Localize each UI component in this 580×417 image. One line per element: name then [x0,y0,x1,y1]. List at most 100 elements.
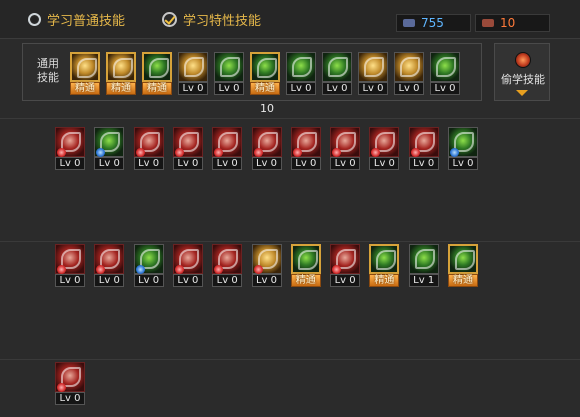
skill-icon [178,52,208,82]
qi-type-icon [174,148,184,157]
skill-icon [448,127,478,157]
tab-learn-special-skills[interactable]: 学习特性技能 [162,9,261,29]
skill-icon [212,127,243,157]
qi-type-icon [57,265,66,274]
qi-type-icon [214,265,224,274]
skill-slot[interactable]: 精通 [448,244,478,287]
skill-level-label: Lv 0 [394,82,424,95]
red-points-counter: 10 [475,14,550,32]
skill-slot[interactable]: 精通 [70,52,100,95]
skill-icon [290,244,321,274]
tab-learn-special-skills-label: 学习特性技能 [183,13,262,29]
skill-emblem-icon [297,250,318,270]
skill-level-label: Lv 0 [133,274,164,287]
skill-icon [251,244,282,274]
skill-icon [55,362,85,392]
skill-level-label: Lv 0 [290,157,321,170]
skill-slot[interactable]: Lv 0 [290,127,321,170]
skill-level-label: Lv 0 [358,82,388,95]
qi-type-icon [332,148,342,157]
blue-points-value: 755 [421,16,444,30]
qi-type-icon [57,148,66,157]
skill-slot[interactable]: Lv 0 [55,127,85,170]
skill-slot[interactable]: Lv 0 [172,127,203,170]
skill-slot[interactable]: Lv 0 [330,127,361,170]
skill-level-label: Lv 1 [408,274,439,287]
skill-icon [212,244,243,274]
steal-skills-button[interactable]: 偷学技能 [494,43,550,101]
skill-slot[interactable]: 精通 [142,52,172,95]
skill-emblem-icon [292,57,312,77]
skill-slot[interactable]: Lv 0 [251,127,282,170]
skill-slot[interactable]: Lv 0 [212,244,243,287]
qi-type-icon [96,148,106,157]
skill-slot[interactable]: Lv 0 [251,244,282,287]
skill-icon [408,244,439,274]
skill-slot[interactable]: 精通 [106,52,136,95]
skill-slot[interactable]: Lv 0 [172,244,203,287]
checkmark-icon [162,11,177,27]
top-bar-divider [0,38,580,39]
skill-slot[interactable]: Lv 0 [369,127,400,170]
skill-slot[interactable]: Lv 0 [322,52,352,95]
skill-slot[interactable]: Lv 0 [358,52,388,95]
qi-type-icon [135,265,145,274]
skill-slot[interactable]: Lv 0 [214,52,244,95]
skill-emblem-icon [77,58,97,78]
skill-slot[interactable]: Lv 0 [330,244,361,287]
skill-level-label: Lv 0 [251,157,282,170]
skill-level-label: Lv 0 [55,157,85,170]
skill-slot[interactable]: Lv 0 [448,127,478,170]
skill-level-label: Lv 0 [178,82,208,95]
skill-slot[interactable]: Lv 0 [55,362,85,405]
skill-icon [369,127,400,157]
skill-icon [70,52,100,82]
skill-level-label: Lv 0 [212,274,243,287]
skill-slot[interactable]: Lv 0 [430,52,460,95]
qi-type-icon [214,148,224,157]
qi-type-icon [174,265,184,274]
skill-slot[interactable]: 精通 [290,244,321,287]
skill-slot[interactable]: Lv 0 [55,244,85,287]
skill-icon [394,52,424,82]
skill-slot[interactable]: Lv 0 [394,52,424,95]
skill-point-number: 10 [260,102,274,115]
skill-emblem-icon [328,57,348,77]
skill-slot[interactable]: Lv 0 [133,244,164,287]
qi-type-icon [253,265,263,274]
skill-level-label: Lv 0 [55,274,85,287]
skill-level-label: Lv 0 [330,157,361,170]
skill-slot[interactable]: Lv 0 [408,127,439,170]
skill-emblem-icon [257,58,277,78]
skill-level-label: Lv 0 [251,274,282,287]
skill-slot[interactable]: 精通 [369,244,400,287]
skill-level-label: Lv 0 [369,157,400,170]
skill-icon [142,52,172,82]
blue-points-counter: 755 [396,14,471,32]
steal-skills-icon [515,52,531,68]
skill-slot[interactable]: Lv 0 [94,127,125,170]
skill-icon [251,127,282,157]
blue-points-icon [403,19,415,27]
skill-level-label: 精通 [369,274,400,287]
skill-emblem-icon [149,58,169,78]
skill-icon [94,244,125,274]
skill-icon [290,127,321,157]
skill-icon [358,52,388,82]
skill-slot[interactable]: Lv 1 [408,244,439,287]
skill-slot[interactable]: Lv 0 [94,244,125,287]
skill-icon [214,52,244,82]
skill-emblem-icon [414,249,435,269]
tab-learn-normal-skills[interactable]: 学习普通技能 [28,9,125,29]
row-separator [0,118,580,119]
skill-slot[interactable]: Lv 0 [178,52,208,95]
skill-icon [172,244,203,274]
skill-emblem-icon [436,57,456,77]
skill-level-label: Lv 0 [286,82,316,95]
skill-slot[interactable]: Lv 0 [212,127,243,170]
skill-level-label: 精通 [70,82,100,95]
skill-slot[interactable]: 精通 [250,52,280,95]
skill-slot[interactable]: Lv 0 [133,127,164,170]
skill-slot[interactable]: Lv 0 [286,52,316,95]
skill-icon [55,127,85,157]
